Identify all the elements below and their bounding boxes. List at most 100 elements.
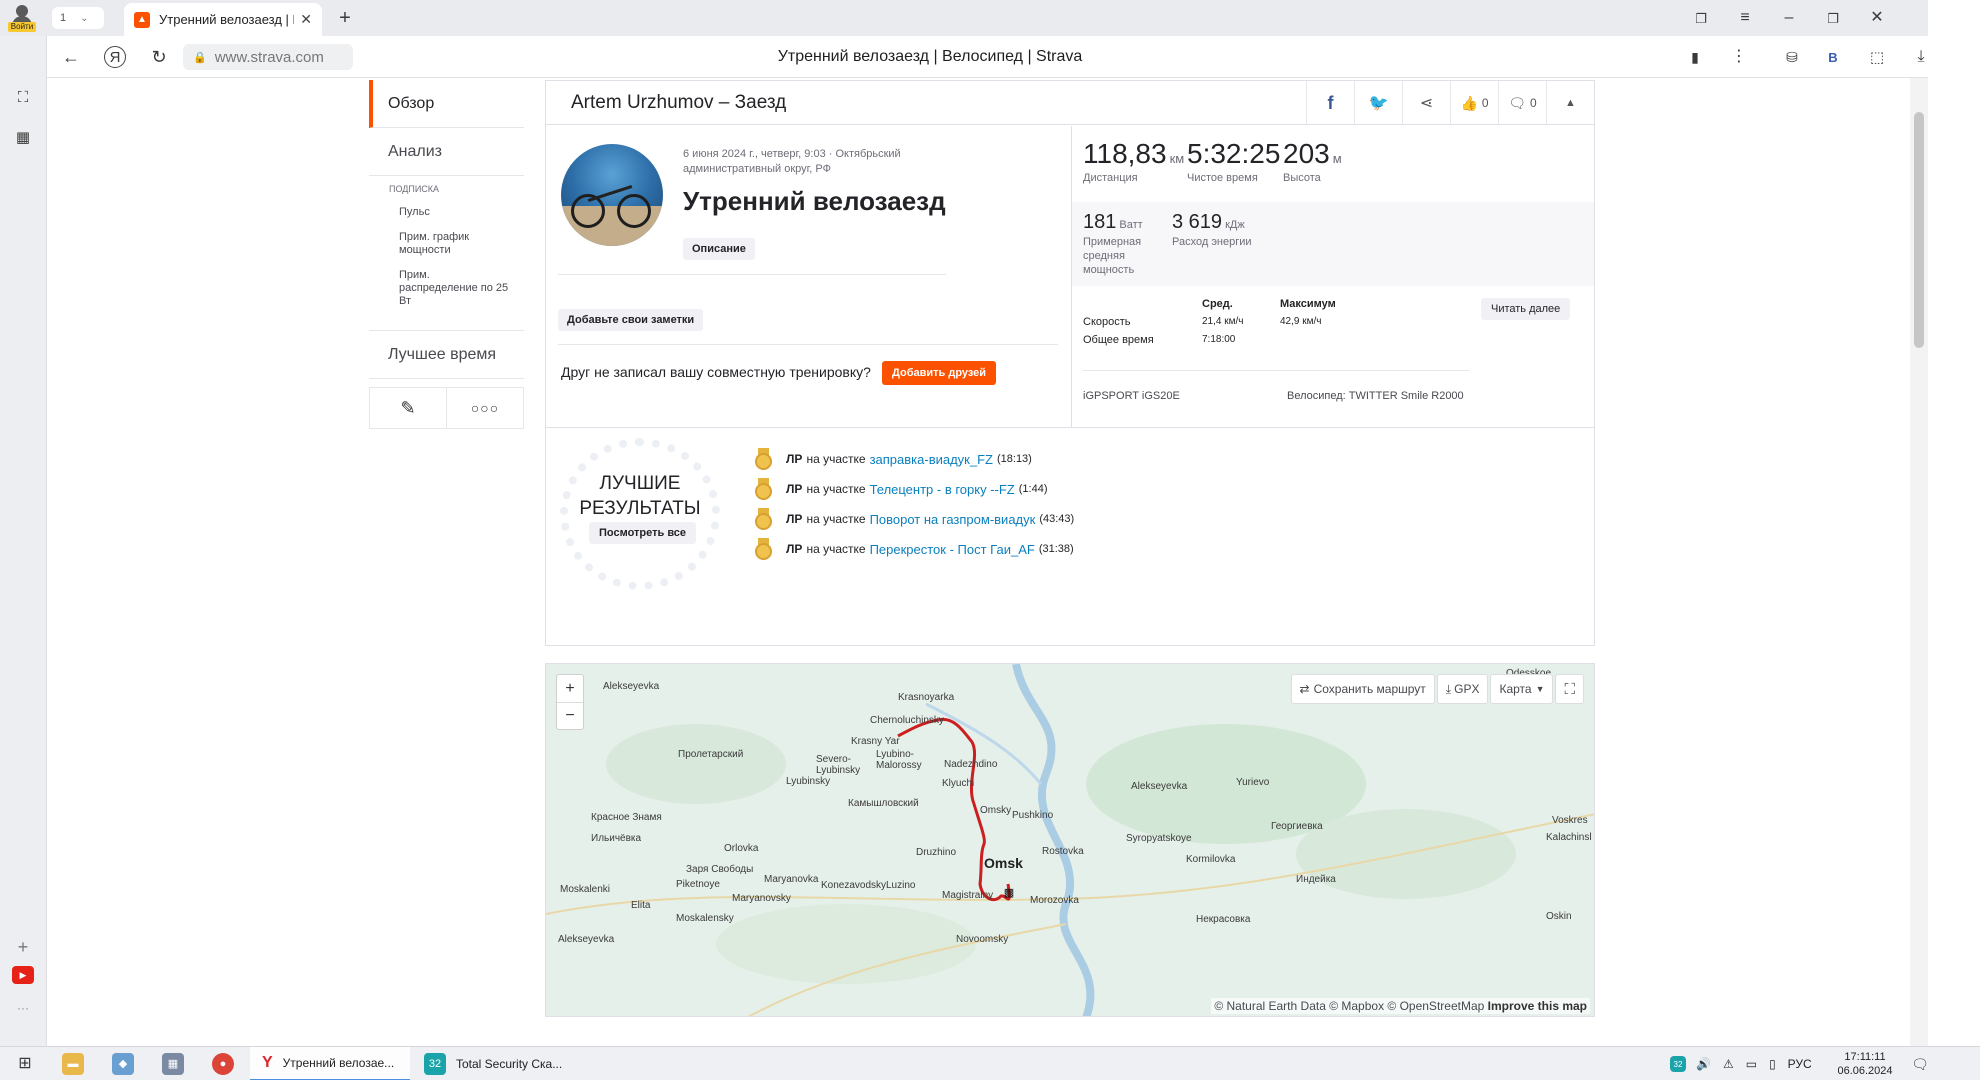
kudos-count: 0 <box>1481 96 1489 110</box>
comments-button[interactable]: 🗨 0 <box>1498 81 1546 125</box>
pr-badge: ЛР <box>786 512 803 526</box>
segment-link[interactable]: Перекресток - Пост Гаи_AF <box>870 542 1035 557</box>
forest-area <box>716 904 976 984</box>
segment-link[interactable]: Телецентр - в горку --FZ <box>870 482 1015 497</box>
battery-icon[interactable]: ▯ <box>1769 1057 1776 1071</box>
segment-link[interactable]: Поворот на газпром-виадук <box>870 512 1036 527</box>
zoom-out-button[interactable]: − <box>557 702 583 729</box>
map-place: Alekseyevka <box>1131 781 1188 792</box>
add-panel-icon[interactable]: + <box>12 936 34 958</box>
bookmarks-icon[interactable]: ❐ <box>1690 8 1712 28</box>
notifications-icon[interactable]: 🗨 <box>1910 1054 1930 1074</box>
security-tray-icon[interactable]: 32 <box>1670 1056 1686 1072</box>
twitter-share-icon[interactable]: 🐦 <box>1354 81 1402 125</box>
extensions-icon[interactable]: ⬚ <box>1866 46 1888 68</box>
language-indicator[interactable]: РУС <box>1788 1057 1812 1071</box>
route-icon: ⇄ <box>1299 682 1310 696</box>
yandex-icon[interactable]: Я <box>104 46 126 68</box>
back-icon[interactable]: ← <box>60 46 82 68</box>
restore-icon[interactable]: ❐ <box>1822 8 1844 28</box>
nav-overview[interactable]: Обзор <box>369 80 524 128</box>
map-place: Камышловский <box>848 798 919 809</box>
nav-analysis[interactable]: Анализ <box>369 128 524 176</box>
description-button[interactable]: Описание <box>683 238 755 260</box>
collapse-caret-icon[interactable]: ▲ <box>1546 81 1594 125</box>
nav-best-efforts[interactable]: Лучшее время <box>369 331 524 379</box>
more-vertical-icon[interactable]: ⋮ <box>1728 46 1750 68</box>
map-place: Piketnoye <box>676 879 720 890</box>
map-place: Novoomsky <box>956 934 1009 945</box>
url-field[interactable]: 🔒 www.strava.com <box>183 44 353 70</box>
taskbar-app-label: Утренний велозае... <box>282 1056 395 1070</box>
minimize-icon[interactable]: – <box>1778 8 1800 28</box>
map-place: Elita <box>631 900 651 911</box>
elevation-unit: м <box>1332 151 1342 166</box>
profile-avatar[interactable]: Войти <box>8 4 36 32</box>
app-icon[interactable]: ◆ <box>112 1053 134 1075</box>
bookmark-icon[interactable]: ▮ <box>1684 46 1706 68</box>
col-max-header: Максимум <box>1280 298 1336 310</box>
map-place: Maryanovsky <box>732 893 791 904</box>
file-explorer-icon[interactable]: ▬ <box>62 1053 84 1075</box>
read-more-button[interactable]: Читать далее <box>1481 298 1571 320</box>
chevron-down-icon[interactable]: ⌄ <box>80 13 88 24</box>
zoom-control: + − <box>556 674 584 730</box>
network-icon[interactable]: ⚠ <box>1723 1057 1734 1071</box>
extension-vk-icon[interactable]: B <box>1822 46 1844 68</box>
more-dots-icon[interactable]: ○○○ <box>446 388 523 428</box>
display-icon[interactable]: ▭ <box>1746 1057 1757 1071</box>
view-all-button[interactable]: Посмотреть все <box>589 522 697 544</box>
chrome-icon[interactable]: ● <box>212 1053 234 1075</box>
close-tab-icon[interactable]: ✕ <box>300 11 312 28</box>
nav-power-curve[interactable]: Прим. график мощности <box>389 231 509 257</box>
comment-icon: 🗨 <box>1508 94 1527 111</box>
add-friends-button[interactable]: Добавить друзей <box>882 361 997 385</box>
nav-power-distribution[interactable]: Прим. распределение по 25 Вт <box>389 269 509 308</box>
tab-counter[interactable]: 1 ⌄ <box>52 7 104 29</box>
new-tab-icon[interactable]: + <box>334 7 356 29</box>
facebook-share-icon[interactable]: f <box>1306 81 1354 125</box>
menu-icon[interactable]: ≡ <box>1734 8 1756 28</box>
clock[interactable]: 17:11:11 06.06.2024 <box>1830 1050 1900 1078</box>
save-route-button[interactable]: ⇄ Сохранить маршрут <box>1290 674 1435 704</box>
map-type-select[interactable]: Карта ▼ <box>1490 674 1554 704</box>
browser-tab[interactable]: ▲ Утренний велозаезд | Ве ✕ <box>124 3 322 36</box>
close-window-icon[interactable]: ✕ <box>1866 8 1888 28</box>
calculator-icon[interactable]: ▦ <box>162 1053 184 1075</box>
map-place: Morozovka <box>1030 895 1079 906</box>
screenshot-icon[interactable]: ⛶ <box>12 86 34 108</box>
extension-translate-icon[interactable]: ⛁ <box>1780 46 1804 68</box>
windows-start-icon[interactable]: ⊞ <box>14 1053 36 1075</box>
segment-link[interactable]: заправка-виадук_FZ <box>870 452 993 467</box>
gpx-button[interactable]: ⤓ GPX <box>1436 674 1489 704</box>
zoom-in-button[interactable]: + <box>557 675 583 702</box>
kudos-button[interactable]: 👍 0 <box>1450 81 1498 125</box>
save-route-label: Сохранить маршрут <box>1313 682 1426 696</box>
apps-grid-icon[interactable]: ▦ <box>12 126 34 148</box>
map-place: Yurievo <box>1236 777 1270 788</box>
youtube-icon[interactable]: ▶ <box>12 966 34 984</box>
nav-heart-rate[interactable]: Пульс <box>389 206 509 219</box>
route-map[interactable]: Alekseyevka Krasnoyarka Odesskoe Chernol… <box>545 663 1595 1017</box>
map-place: Alekseyevka <box>603 681 660 692</box>
more-horizontal-icon[interactable]: ··· <box>12 1002 34 1014</box>
pr-prefix: на участке <box>806 482 866 496</box>
share-icon[interactable]: ⋖ <box>1402 81 1450 125</box>
energy-unit: кДж <box>1225 219 1245 231</box>
divider <box>1083 370 1469 371</box>
pencil-icon[interactable]: ✎ <box>370 388 446 428</box>
taskbar-app-security[interactable]: 32 Total Security Ска... <box>416 1047 582 1080</box>
fullscreen-button[interactable]: ⛶ <box>1555 674 1584 704</box>
scrollbar-thumb[interactable] <box>1914 112 1924 348</box>
volume-icon[interactable]: 🔊 <box>1696 1057 1711 1071</box>
map-place: Ильичёвка <box>591 833 642 844</box>
divider <box>558 274 946 275</box>
taskbar-app-browser[interactable]: Y Утренний велозае... <box>250 1047 410 1080</box>
activity-photo[interactable] <box>561 144 663 246</box>
page-scrollbar[interactable] <box>1910 78 1928 1046</box>
bike-name: Велосипед: TWITTER Smile R2000 <box>1287 390 1464 402</box>
improve-map-link[interactable]: Improve this map <box>1488 999 1587 1013</box>
reload-icon[interactable]: ↻ <box>148 46 170 68</box>
add-notes-button[interactable]: Добавьте свои заметки <box>558 309 704 331</box>
yandex-browser-icon: Y <box>262 1054 273 1071</box>
